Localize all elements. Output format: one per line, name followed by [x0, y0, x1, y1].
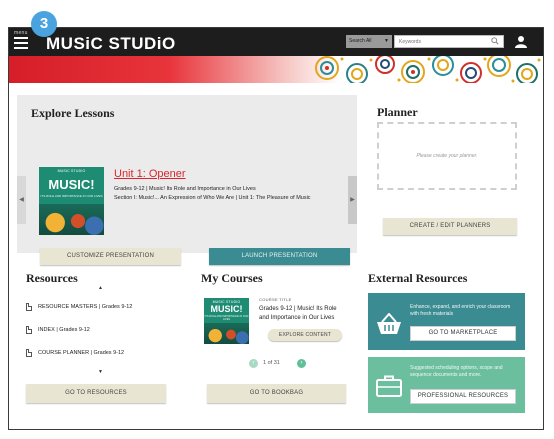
- search-icon[interactable]: [491, 37, 499, 45]
- header-banner: [9, 56, 543, 83]
- app-frame: menu MUSiC STUDiO Search All ▼ Keywords …: [8, 27, 544, 430]
- resources-scroll-down-icon[interactable]: ▼: [98, 369, 103, 375]
- carousel-next-button[interactable]: ▶: [348, 176, 357, 224]
- search-input[interactable]: [394, 35, 504, 48]
- cover-artwork: [204, 323, 249, 344]
- go-to-bookbag-button[interactable]: GO TO BOOKBAG: [207, 384, 346, 403]
- resource-item[interactable]: INDEX | Grades 9-12: [26, 326, 90, 334]
- cover-subtitle: ITS ROLE AND IMPORTANCE IN OUR LIVES: [40, 194, 103, 198]
- cover-artwork: [39, 204, 104, 235]
- professional-resources-description: Suggested scheduling options, scope and …: [410, 365, 503, 378]
- resource-item[interactable]: RESOURCE MASTERS | Grades 9-12: [26, 303, 132, 311]
- unit-section-line: Section I: Music!... An Expression of Wh…: [114, 195, 311, 201]
- banner-pattern: [315, 56, 541, 83]
- marketplace-description: Enhance, expand, and enrich your classro…: [410, 304, 511, 317]
- top-bar: menu MUSiC STUDiO Search All ▼: [9, 28, 543, 56]
- search-scope-value: Search All: [349, 38, 372, 44]
- planner-title: Planner: [377, 105, 418, 119]
- planner-dropzone[interactable]: Please create your planner.: [377, 122, 517, 190]
- basket-icon: [377, 313, 401, 334]
- launch-presentation-button[interactable]: LAUNCH PRESENTATION: [209, 248, 350, 265]
- external-resources-title: External Resources: [368, 271, 468, 285]
- explore-lessons-title: Explore Lessons: [31, 106, 115, 120]
- document-icon: [26, 326, 32, 334]
- professional-resources-button[interactable]: PROFESSIONAL RESOURCES: [410, 389, 516, 404]
- cover-series-label: MUSIC STUDIO: [57, 169, 86, 173]
- explore-lessons-panel: Explore Lessons ◀ MUSIC STUDIO MUSIC! IT…: [17, 95, 357, 265]
- resources-title: Resources: [26, 271, 78, 285]
- course-name-line: Grades 9-12 | Music! Its Role: [259, 306, 337, 312]
- resources-scroll-up-icon[interactable]: ▲: [98, 285, 103, 291]
- carousel-prev-button[interactable]: ◀: [17, 176, 26, 224]
- my-courses-title: My Courses: [201, 271, 263, 285]
- planner-empty-text: Please create your planner.: [416, 153, 478, 159]
- chevron-down-icon: ▼: [384, 38, 389, 44]
- step-badge: 3: [31, 11, 57, 37]
- unit-course-line: Grades 9-12 | Music! Its Role and Import…: [114, 186, 256, 192]
- document-icon: [26, 303, 32, 311]
- pager-text: 1 of 31: [263, 360, 280, 366]
- user-icon[interactable]: [515, 35, 527, 48]
- briefcase-icon: [376, 375, 402, 397]
- brand-logo: MUSiC STUDiO: [46, 34, 176, 53]
- search-scope-select[interactable]: Search All ▼: [346, 35, 392, 48]
- explore-content-button[interactable]: EXPLORE CONTENT: [268, 329, 342, 341]
- unit-title-link[interactable]: Unit 1: Opener: [114, 168, 186, 180]
- menu-label: menu: [14, 30, 28, 36]
- cover-title: MUSIC!: [48, 177, 95, 192]
- course-label: COURSE TITLE: [259, 297, 292, 302]
- pager-prev-icon[interactable]: ‹: [249, 359, 258, 368]
- step-badge-number: 3: [39, 15, 49, 32]
- go-to-marketplace-button[interactable]: GO TO MARKETPLACE: [410, 326, 516, 341]
- course-book-cover[interactable]: MUSIC STUDIO MUSIC! ITS ROLE AND IMPORTA…: [204, 298, 249, 344]
- create-edit-planners-button[interactable]: CREATE / EDIT PLANNERS: [383, 218, 517, 235]
- lesson-book-cover[interactable]: MUSIC STUDIO MUSIC! ITS ROLE AND IMPORTA…: [39, 167, 104, 235]
- go-to-resources-button[interactable]: GO TO RESOURCES: [26, 384, 166, 403]
- professional-resources-card: Suggested scheduling options, scope and …: [368, 357, 525, 413]
- customize-presentation-button[interactable]: CUSTOMIZE PRESENTATION: [40, 248, 181, 265]
- marketplace-card: Enhance, expand, and enrich your classro…: [368, 293, 525, 350]
- resource-item[interactable]: COURSE PLANNER | Grades 9-12: [26, 349, 124, 357]
- cover-title: MUSIC!: [210, 304, 243, 314]
- hamburger-menu-icon[interactable]: [14, 37, 28, 49]
- course-name-line: and Importance in Our Lives: [259, 315, 335, 321]
- document-icon: [26, 349, 32, 357]
- cover-subtitle: ITS ROLE AND IMPORTANCE IN OUR LIVES: [204, 315, 249, 321]
- pager-next-icon[interactable]: ›: [297, 359, 306, 368]
